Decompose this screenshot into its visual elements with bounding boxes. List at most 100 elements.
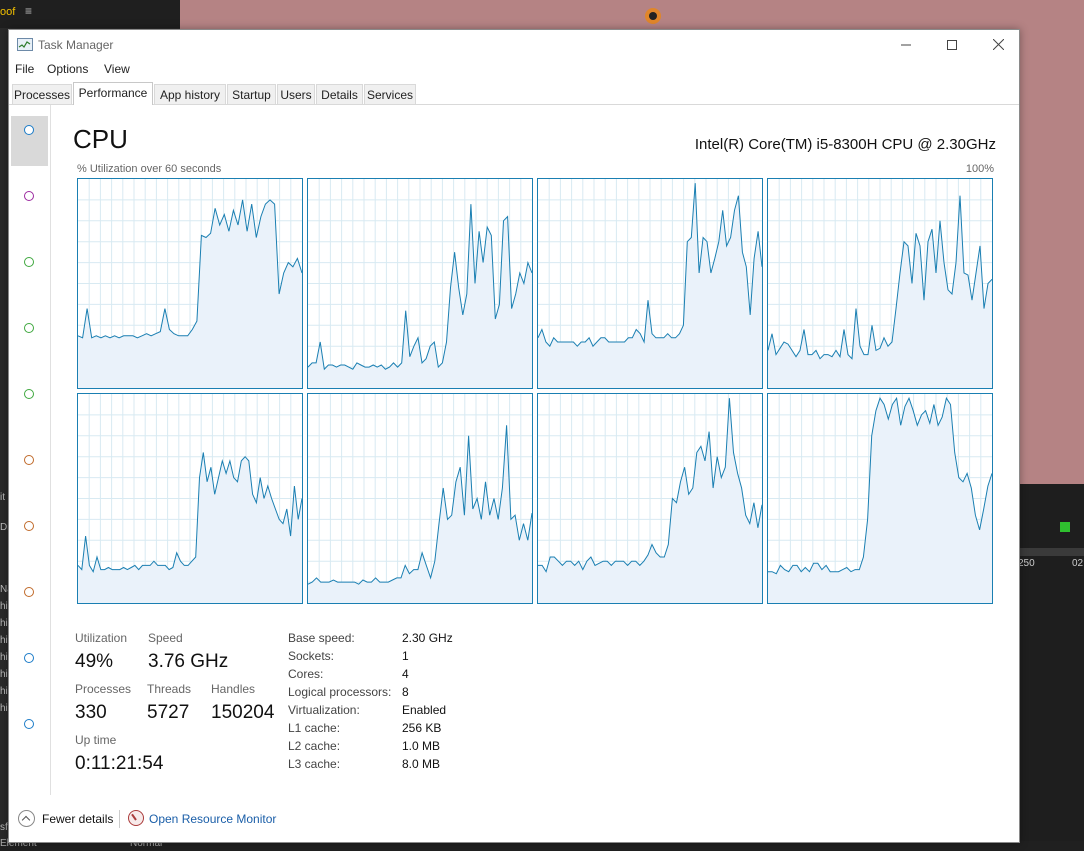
sidebar-item[interactable] <box>11 578 48 628</box>
resource-dot-icon <box>24 455 34 465</box>
sidebar-item[interactable] <box>11 182 48 232</box>
background-app-label: oof <box>0 6 16 18</box>
resource-monitor-icon[interactable] <box>128 810 144 826</box>
background-ruler-number: 02 <box>1072 558 1084 569</box>
page-title: CPU <box>73 124 128 154</box>
resource-dot-icon <box>24 125 34 135</box>
spec-label: Virtualization: <box>288 703 360 717</box>
fewer-details-button[interactable]: Fewer details <box>42 812 113 826</box>
cpu-core-chart <box>77 179 303 388</box>
resource-dot-icon <box>24 389 34 399</box>
spec-value: 1 <box>402 649 409 663</box>
background-text: hi <box>0 703 8 714</box>
background-text: sf <box>0 822 8 833</box>
resource-dot-icon <box>24 323 34 333</box>
chevron-up-icon[interactable] <box>18 810 35 827</box>
speed-label: Speed <box>148 631 183 645</box>
spec-label: L1 cache: <box>288 721 341 735</box>
spec-label: Cores: <box>288 667 324 681</box>
task-manager-window: Task Manager File Options View Processes… <box>8 29 1020 843</box>
background-text: hi <box>0 601 8 612</box>
sidebar-item[interactable] <box>11 380 48 430</box>
spec-value: 4 <box>402 667 409 681</box>
uptime-label: Up time <box>75 733 117 747</box>
background-text: hi <box>0 686 8 697</box>
speed-value: 3.76 GHz <box>148 651 229 672</box>
resource-dot-icon <box>24 587 34 597</box>
maximize-button[interactable] <box>929 30 975 59</box>
utilization-label: Utilization <box>75 631 128 645</box>
minimize-button[interactable] <box>883 30 929 59</box>
cpu-core-graph <box>77 393 303 604</box>
spec-value: 2.30 GHz <box>402 631 453 645</box>
menu-view[interactable]: View <box>104 62 130 76</box>
resource-dot-icon <box>24 719 34 729</box>
background-panel <box>1020 484 1084 851</box>
background-text: hi <box>0 618 8 629</box>
tab-details[interactable]: Details <box>316 84 363 104</box>
hamburger-icon[interactable]: ≡ <box>25 4 32 18</box>
cpu-core-chart <box>768 394 993 603</box>
spec-value: 1.0 MB <box>402 739 441 753</box>
cpu-core-graph <box>77 178 303 389</box>
background-text: hi <box>0 669 8 680</box>
cpu-core-graph <box>767 393 993 604</box>
maximize-icon <box>947 39 957 50</box>
processes-value: 330 <box>75 702 107 723</box>
cpu-core-chart <box>77 394 303 603</box>
cpu-core-chart <box>537 179 763 388</box>
tab-startup[interactable]: Startup <box>227 84 276 104</box>
background-text: hi <box>0 635 8 646</box>
threads-value: 5727 <box>147 702 190 723</box>
sidebar-item[interactable] <box>11 314 48 364</box>
divider <box>119 810 120 828</box>
open-resource-monitor-link[interactable]: Open Resource Monitor <box>149 812 276 826</box>
cpu-core-chart <box>767 179 993 388</box>
resource-dot-icon <box>24 521 34 531</box>
minimize-icon <box>901 44 911 45</box>
cpu-model: Intel(R) Core(TM) i5-8300H CPU @ 2.30GHz <box>694 136 996 153</box>
performance-sidebar <box>9 105 51 795</box>
cpu-core-graph <box>307 393 533 604</box>
cpu-core-chart <box>307 394 533 603</box>
resource-dot-icon <box>24 191 34 201</box>
tab-services[interactable]: Services <box>364 84 416 104</box>
footer: Fewer details Open Resource Monitor <box>9 806 1019 832</box>
uptime-value: 0:11:21:54 <box>75 753 164 774</box>
cpu-core-chart <box>307 179 533 388</box>
sidebar-item[interactable] <box>11 710 48 760</box>
tab-processes[interactable]: Processes <box>12 84 72 104</box>
cpu-core-graph <box>307 178 533 389</box>
title-bar[interactable]: Task Manager <box>9 30 1019 59</box>
sidebar-item[interactable] <box>11 644 48 694</box>
sidebar-item[interactable] <box>11 248 48 298</box>
tab-users[interactable]: Users <box>277 84 315 104</box>
menu-file[interactable]: File <box>15 62 34 76</box>
close-button[interactable] <box>975 30 1021 59</box>
spec-value: 8.0 MB <box>402 757 441 771</box>
resource-dot-icon <box>24 653 34 663</box>
spec-label: Base speed: <box>288 631 355 645</box>
background-panel-ruler <box>1020 548 1084 556</box>
spec-label: Sockets: <box>288 649 335 663</box>
task-manager-icon <box>17 38 33 51</box>
spec-value: 8 <box>402 685 409 699</box>
cpu-core-graph <box>537 178 763 389</box>
cpu-graphs <box>77 178 995 606</box>
graph-max-label: 100% <box>965 163 994 175</box>
graph-caption: % Utilization over 60 seconds <box>77 163 222 175</box>
resource-dot-icon <box>24 257 34 267</box>
cpu-core-graph <box>767 178 993 389</box>
sidebar-item[interactable] <box>11 116 48 166</box>
tab-app-history[interactable]: App history <box>154 84 226 104</box>
threads-label: Threads <box>147 682 192 696</box>
menu-options[interactable]: Options <box>47 62 88 76</box>
close-icon <box>992 39 1004 50</box>
tab-performance[interactable]: Performance <box>73 82 153 105</box>
record-icon[interactable] <box>645 8 661 24</box>
sidebar-item[interactable] <box>11 512 48 562</box>
spec-label: Logical processors: <box>288 685 392 699</box>
sidebar-item[interactable] <box>11 446 48 496</box>
green-square-icon <box>1060 522 1070 532</box>
background-text: hi <box>0 652 8 663</box>
